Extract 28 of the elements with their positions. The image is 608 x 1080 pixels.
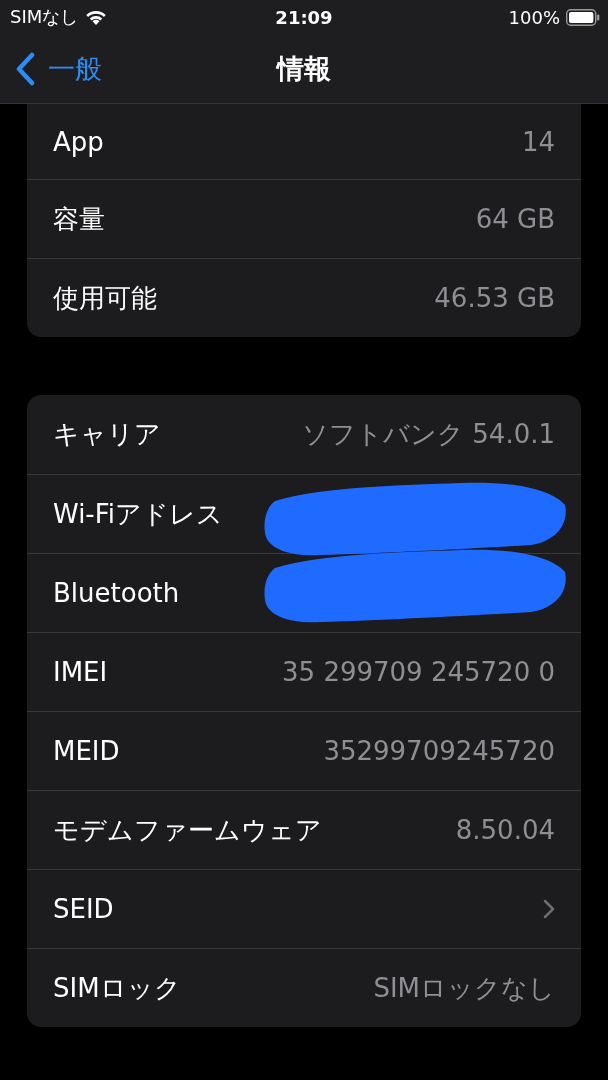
row-value: 46.53 GB [434,283,555,313]
settings-row[interactable]: SEID [27,869,581,948]
row-label: Bluetooth [53,578,180,608]
row-value: 35299709245720 [323,736,555,766]
clock-time: 21:09 [275,6,333,28]
row-value: 35 299709 245720 0 [282,657,555,687]
row-label: 使用可能 [53,281,157,315]
row-value: SIMロックなし [373,971,555,1005]
battery-percent: 100% [508,6,560,28]
back-button[interactable]: 一般 [0,51,102,87]
row-label: IMEI [53,657,108,687]
row-value: 14 [521,126,555,157]
row-label: MEID [53,736,120,766]
row-label: SEID [53,894,114,924]
row-label: キャリア [53,418,161,451]
screen-title: 情報 [277,52,331,86]
row-label: モデムファームウェア [53,813,322,847]
row-value: 8.50.04 [455,815,555,845]
row-value: 64 GB [475,204,555,234]
row-label: 容量 [53,202,105,236]
row-value: ソフトバンク 54.0.1 [302,418,555,451]
row-label: App [53,126,104,157]
back-chevron-icon [14,52,36,86]
row-label: SIMロック [53,971,181,1005]
chevron-icon [543,899,555,919]
carrier-label: SIMなし [10,5,79,29]
battery-icon [566,8,600,26]
row-label: Wi-Fiアドレス [53,497,224,531]
